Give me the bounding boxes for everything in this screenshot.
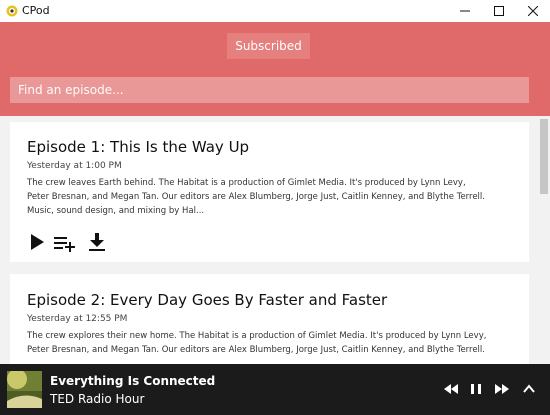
episode-date: Yesterday at 1:00 PM <box>27 161 122 171</box>
close-button[interactable] <box>516 0 550 22</box>
episode-description: The crew explores their new home. The Ha… <box>27 329 512 357</box>
download-icon <box>89 233 105 251</box>
episode-description: The crew leaves Earth behind. The Habita… <box>27 176 512 218</box>
search-placeholder: Find an episode... <box>18 83 124 97</box>
description-line: The crew explores their new home. The Ha… <box>27 331 487 341</box>
maximize-icon <box>494 6 504 16</box>
episode-date: Yesterday at 12:55 PM <box>27 314 128 324</box>
episode-title: Episode 1: This Is the Way Up <box>27 138 250 156</box>
now-playing-bar: Everything Is Connected TED Radio Hour <box>0 364 550 415</box>
minimize-button[interactable] <box>448 0 482 22</box>
subscribed-button[interactable]: Subscribed <box>227 33 310 59</box>
maximize-button[interactable] <box>482 0 516 22</box>
episode-card[interactable]: Episode 2: Every Day Goes By Faster and … <box>10 274 529 366</box>
play-icon <box>31 234 44 250</box>
description-line: Peter Bresnan, and Megan Tan. Our editor… <box>27 192 485 202</box>
cpod-logo-icon <box>6 5 18 17</box>
close-icon <box>528 6 538 16</box>
expand-player-button[interactable] <box>520 380 538 398</box>
add-to-queue-button[interactable] <box>52 231 75 253</box>
now-playing-show: TED Radio Hour <box>50 392 145 406</box>
episode-card[interactable]: Episode 1: This Is the Way Up Yesterday … <box>10 122 529 262</box>
cover-art-image <box>7 371 42 408</box>
podcast-cover-art[interactable] <box>7 371 42 408</box>
download-button[interactable] <box>86 231 108 253</box>
scrollbar[interactable] <box>538 116 550 364</box>
search-input[interactable]: Find an episode... <box>10 77 529 103</box>
rewind-icon <box>444 384 458 394</box>
episode-title: Episode 2: Every Day Goes By Faster and … <box>27 291 388 309</box>
now-playing-title: Everything Is Connected <box>50 374 216 388</box>
add-to-queue-icon <box>54 237 75 252</box>
fast-forward-button[interactable] <box>493 380 511 398</box>
description-line: Peter Bresnan, and Megan Tan. Our editor… <box>27 345 485 355</box>
window-title: CPod <box>22 4 50 17</box>
title-bar: CPod <box>0 0 550 23</box>
app-header: Subscribed Find an episode... <box>0 22 550 116</box>
minimize-icon <box>460 10 470 12</box>
pause-button[interactable] <box>467 380 485 398</box>
description-line: The crew leaves Earth behind. The Habita… <box>27 178 466 188</box>
rewind-button[interactable] <box>442 380 460 398</box>
description-line: Music, sound design, and mixing by Hal..… <box>27 206 205 216</box>
play-button[interactable] <box>27 231 49 253</box>
pause-icon <box>471 384 481 394</box>
expand-up-icon <box>523 384 535 393</box>
scrollbar-thumb[interactable] <box>540 119 548 194</box>
fast-forward-icon <box>495 384 509 394</box>
